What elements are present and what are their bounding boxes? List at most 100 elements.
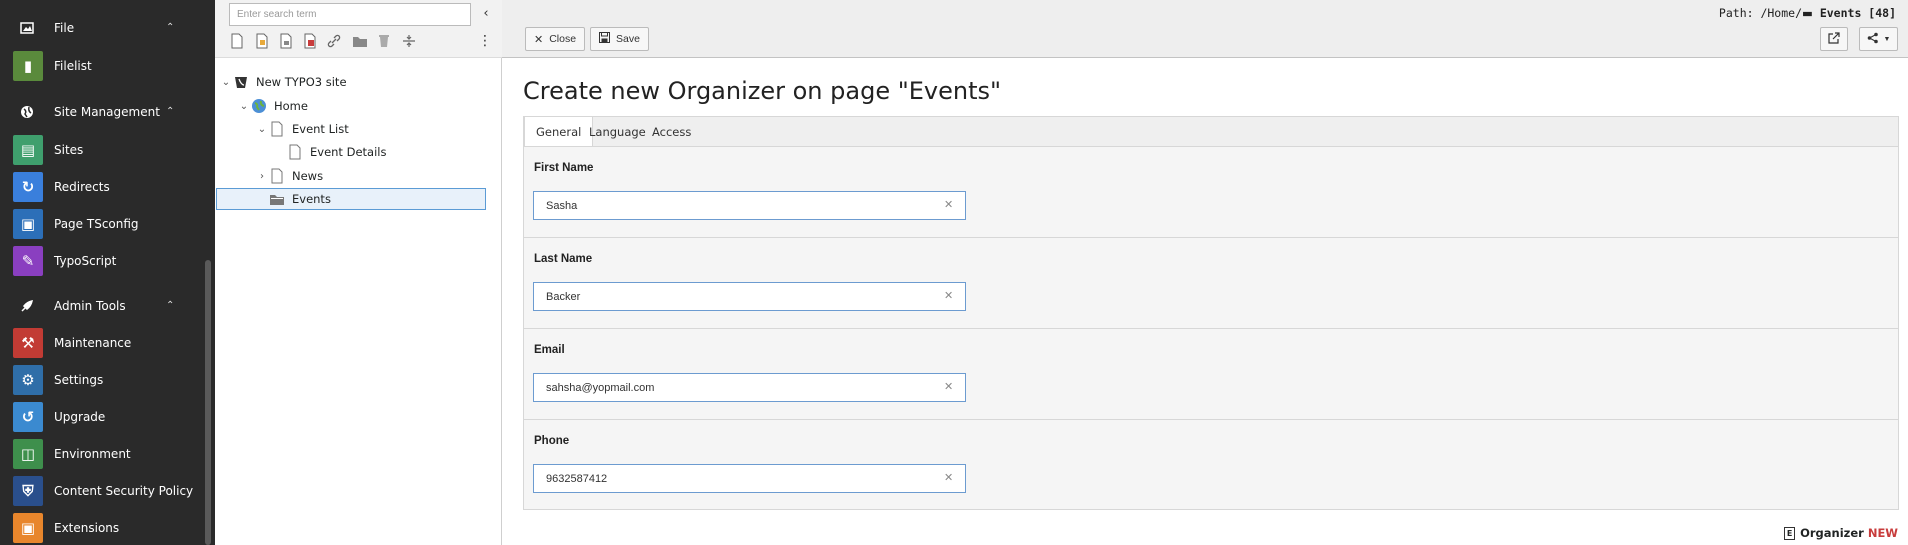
page-title: Create new Organizer on page "Events"	[523, 77, 1002, 105]
tab-label: Access	[652, 125, 692, 139]
external-link-icon	[1828, 31, 1840, 47]
sites-icon: ▤	[13, 134, 43, 165]
email-input[interactable]	[533, 373, 966, 402]
module-label: Settings	[54, 372, 104, 387]
module-group-site-management[interactable]: Site Management ⌃	[0, 93, 205, 130]
field-label: First Name	[534, 162, 594, 174]
chevron-down-icon[interactable]: ⌄	[219, 77, 233, 88]
share-dropdown-button[interactable]: ▼	[1859, 27, 1898, 51]
typoscript-icon: ✎	[13, 245, 43, 276]
module-group-file[interactable]: File ⌃	[0, 9, 205, 46]
tree-node-news[interactable]: › News	[255, 165, 323, 187]
redirects-icon: ↻	[13, 171, 43, 202]
form-panel: First Name ✕ Last Name ✕ Email ✕ Phone ✕	[523, 146, 1899, 510]
tree-node-label: Event Details	[310, 145, 387, 159]
module-maintenance[interactable]: ⚒ Maintenance	[0, 324, 205, 361]
module-upgrade[interactable]: ↺ Upgrade	[0, 398, 205, 435]
module-menu-scrollbar[interactable]	[205, 260, 211, 545]
module-group-label: File	[54, 20, 75, 35]
field-email: Email ✕	[524, 329, 1898, 420]
trash-icon[interactable]	[376, 33, 392, 49]
tree-node-event-list[interactable]: ⌄ Event List	[255, 118, 349, 140]
tab-access[interactable]: Access	[641, 117, 702, 147]
tree-node-label: New TYPO3 site	[256, 75, 347, 89]
module-content-security-policy[interactable]: ⛨ Content Security Policy	[0, 472, 205, 509]
module-label: Upgrade	[54, 409, 106, 424]
module-settings[interactable]: ⚙ Settings	[0, 361, 205, 398]
wrench-icon: ⚒	[13, 327, 43, 358]
module-label: Page TSconfig	[54, 216, 139, 231]
save-button[interactable]: Save	[590, 27, 649, 51]
chevron-right-icon[interactable]: ›	[255, 171, 269, 182]
record-footer: E Organizer NEW	[1784, 526, 1898, 540]
module-sites[interactable]: ▤ Sites	[0, 131, 205, 168]
clear-icon[interactable]: ✕	[944, 289, 953, 302]
gear-icon: ⚙	[13, 364, 43, 395]
tree-node-event-details[interactable]: Event Details	[273, 141, 386, 163]
folder-icon: ▬	[1802, 6, 1813, 20]
tab-label: General	[536, 125, 582, 139]
module-label: Extensions	[54, 520, 120, 535]
page-tree-toolbar: ‹ ⋮	[215, 0, 502, 58]
phone-input[interactable]	[533, 464, 966, 493]
module-filelist[interactable]: ▮ Filelist	[0, 47, 205, 84]
link-icon[interactable]	[326, 33, 342, 49]
new-page-restricted-icon[interactable]	[302, 33, 318, 49]
field-phone: Phone ✕	[524, 420, 1898, 511]
folder-icon[interactable]	[352, 33, 368, 49]
module-environment[interactable]: ◫ Environment	[0, 435, 205, 472]
rocket-icon	[20, 299, 34, 313]
new-page-icon[interactable]	[229, 33, 245, 49]
tree-search-input[interactable]	[229, 3, 471, 26]
shield-icon: ⛨	[13, 475, 43, 506]
module-label: Maintenance	[54, 335, 132, 350]
tree-node-label: Home	[274, 99, 308, 113]
path-page[interactable]: Events [48]	[1820, 6, 1896, 20]
chevron-down-icon[interactable]: ⌄	[255, 124, 269, 135]
new-page-backend-icon[interactable]	[278, 33, 294, 49]
record-status: NEW	[1867, 526, 1898, 540]
module-page-tsconfig[interactable]: ▣ Page TSconfig	[0, 205, 205, 242]
clear-icon[interactable]: ✕	[944, 471, 953, 484]
chevron-up-icon[interactable]: ⌃	[166, 106, 174, 117]
chevron-up-icon[interactable]: ⌃	[166, 300, 174, 311]
doc-header: Path: /Home/▬ Events [48] ✕ Close Save ▼	[502, 0, 1908, 58]
close-icon: ✕	[534, 33, 544, 46]
clear-icon[interactable]: ✕	[944, 380, 953, 393]
module-group-admin-tools[interactable]: Admin Tools ⌃	[0, 287, 205, 324]
divider-icon[interactable]	[401, 33, 417, 49]
file-group-icon	[20, 21, 34, 35]
field-label: Phone	[534, 435, 570, 447]
tree-node-events[interactable]: Events	[255, 188, 331, 210]
tree-node-home[interactable]: ⌄ Home	[237, 95, 308, 117]
first-name-input[interactable]	[533, 191, 966, 220]
tree-node-label: News	[292, 169, 324, 183]
module-label: Filelist	[54, 58, 92, 73]
module-extensions[interactable]: ▣ Extensions	[0, 509, 205, 545]
page-tsconfig-icon: ▣	[13, 208, 43, 239]
extensions-icon: ▣	[13, 512, 43, 543]
chevron-down-icon[interactable]: ⌄	[237, 101, 251, 112]
module-redirects[interactable]: ↻ Redirects	[0, 168, 205, 205]
field-label: Email	[534, 344, 565, 356]
record-type-icon: E	[1784, 526, 1796, 540]
chevron-left-icon[interactable]: ‹	[477, 5, 495, 23]
more-options-icon[interactable]: ⋮	[477, 32, 493, 50]
module-group-label: Site Management	[54, 104, 160, 119]
content-area: Path: /Home/▬ Events [48] ✕ Close Save ▼…	[502, 0, 1908, 545]
tree-node-site-root[interactable]: ⌄ New TYPO3 site	[219, 71, 347, 93]
new-page-special-icon[interactable]	[254, 33, 270, 49]
last-name-input[interactable]	[533, 282, 966, 311]
clear-icon[interactable]: ✕	[944, 198, 953, 211]
open-new-window-button[interactable]	[1820, 27, 1848, 51]
module-group-label: Admin Tools	[54, 298, 126, 313]
caret-down-icon: ▼	[1883, 35, 1891, 43]
record-type: Organizer	[1800, 526, 1864, 540]
upgrade-icon: ↺	[13, 401, 43, 432]
chevron-up-icon[interactable]: ⌃	[166, 22, 174, 33]
page-tree: ‹ ⋮ ⌄ New TYPO3 site ⌄ Home ⌄ Event List	[215, 0, 502, 545]
close-button[interactable]: ✕ Close	[525, 27, 586, 51]
module-label: Redirects	[54, 179, 110, 194]
environment-icon: ◫	[13, 438, 43, 469]
module-typoscript[interactable]: ✎ TypoScript	[0, 242, 205, 279]
